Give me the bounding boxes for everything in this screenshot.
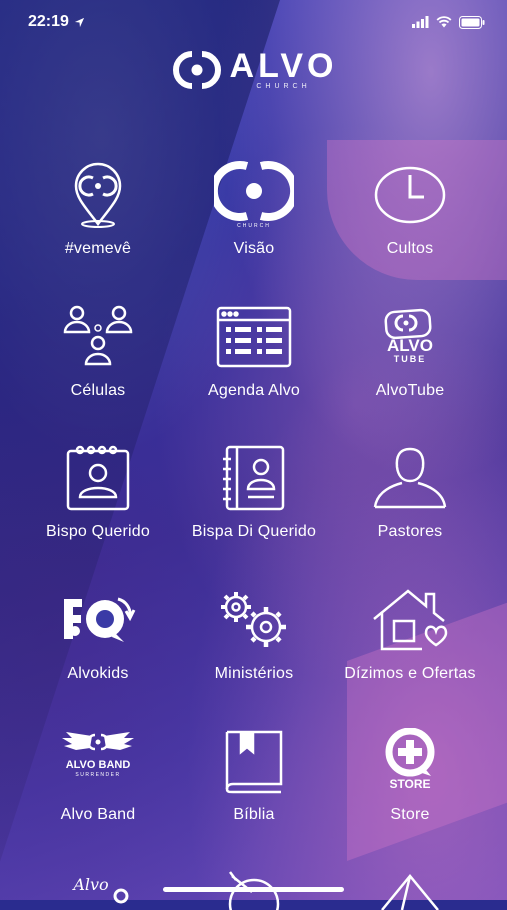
menu-label: Alvokids (67, 664, 129, 682)
home-indicator[interactable] (163, 887, 344, 892)
alvotube-logo-icon: ALVO TUBE (367, 302, 453, 372)
alvo-target-icon: CHURCH (211, 160, 297, 230)
menu-item-alvo-band[interactable]: ALVO BAND SURRENDER Alvo Band (20, 726, 176, 868)
menu-item-visao[interactable]: CHURCH Visão (176, 160, 332, 302)
contact-card-icon (55, 443, 141, 513)
menu-label: Pastores (377, 523, 443, 540)
store-logo-text: STORE (389, 777, 430, 791)
menu-label: Alvo Band (60, 806, 136, 823)
menu-item-ministerios[interactable]: Ministérios (176, 585, 332, 727)
alvo-band-logo-icon: ALVO BAND SURRENDER (55, 726, 141, 796)
alvo-target-logo-icon (172, 51, 221, 89)
menu-label: Agenda Alvo (207, 381, 301, 399)
menu-item-partial-1[interactable]: Alvo (20, 870, 176, 910)
alvokids-logo-icon (55, 585, 141, 655)
location-arrow-icon (74, 17, 85, 27)
menu-label: Cultos (386, 240, 434, 257)
menu-label: Bispo Querido (46, 523, 150, 540)
gears-icon (211, 585, 297, 655)
alvo-script-text: Alvo (71, 875, 108, 894)
menu-label: Store (390, 806, 430, 823)
alvo-script-logo-icon: Alvo (55, 870, 141, 910)
logo-wordmark: ALVO CHURCH (229, 47, 338, 90)
menu-item-store[interactable]: STORE Store (332, 726, 488, 868)
menu-label: Bíblia (233, 806, 275, 823)
menu-label: Ministérios (214, 664, 294, 682)
status-time-group: 22:19 (28, 13, 85, 31)
logo-subtitle: CHURCH (256, 83, 311, 90)
menu-item-pastores[interactable]: Pastores (332, 443, 488, 585)
store-logo-icon: STORE (367, 726, 453, 796)
menu-item-agenda-alvo[interactable]: Agenda Alvo (176, 302, 332, 444)
app-logo: ALVO CHURCH (0, 47, 507, 90)
alvoband-logo-line1: ALVO BAND (66, 759, 131, 771)
menu-item-bispo-querido[interactable]: Bispo Querido (20, 443, 176, 585)
location-pin-icon (55, 160, 141, 230)
menu-label: #vemevê (64, 240, 132, 257)
status-bar: 22:19 (0, 0, 507, 44)
signal-icon (412, 16, 429, 28)
logo-title: ALVO (229, 47, 338, 85)
menu-label: Bispa Di Querido (191, 523, 317, 540)
house-heart-icon (367, 585, 453, 655)
status-indicators (412, 15, 485, 29)
menu-item-bispa-di-querido[interactable]: Bispa Di Querido (176, 443, 332, 585)
menu-item-partial-3[interactable] (332, 870, 488, 910)
menu-item-vemeve[interactable]: #vemevê (20, 160, 176, 302)
calendar-grid-icon (211, 302, 297, 372)
alvotube-logo-line2: TUBE (394, 354, 427, 364)
menu-item-celulas[interactable]: Células (20, 302, 176, 444)
menu-label: Células (70, 381, 126, 399)
menu-item-alvotube[interactable]: ALVO TUBE AlvoTube (332, 302, 488, 444)
address-book-icon (211, 443, 297, 513)
menu-item-dizimos-e-ofertas[interactable]: Dízimos e Ofertas (332, 585, 488, 727)
visao-logo-text: CHURCH (237, 223, 271, 229)
battery-icon (459, 15, 485, 29)
menu-label: Visão (233, 240, 275, 257)
tent-icon (367, 870, 453, 910)
status-time: 22:19 (28, 13, 69, 30)
clock-icon (367, 160, 453, 230)
bible-icon (211, 726, 297, 796)
alvotube-logo-line1: ALVO (387, 336, 433, 355)
menu-label: AlvoTube (375, 381, 445, 399)
menu-grid: #vemevê CHURCH Visão Cultos Células Agen… (20, 160, 488, 868)
menu-item-biblia[interactable]: Bíblia (176, 726, 332, 868)
person-bust-icon (367, 443, 453, 513)
alvoband-logo-line2: SURRENDER (75, 772, 120, 778)
group-people-icon (55, 302, 141, 372)
wifi-icon (436, 16, 452, 28)
menu-item-cultos[interactable]: Cultos (332, 160, 488, 302)
menu-label: Dízimos e Ofertas (344, 664, 476, 682)
menu-item-alvokids[interactable]: Alvokids (20, 585, 176, 727)
